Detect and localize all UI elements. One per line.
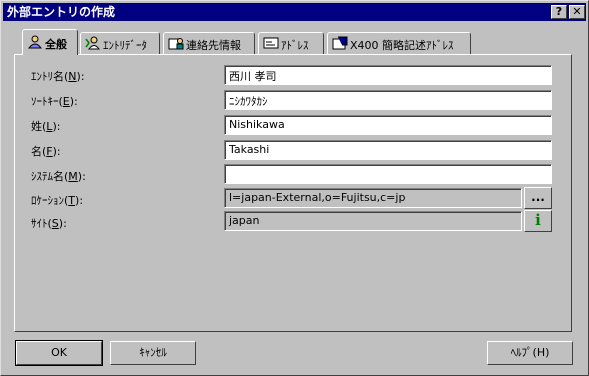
- title-bar[interactable]: 外部エントリの作成 ? ✕: [3, 3, 586, 21]
- contact-info-icon: [168, 36, 184, 50]
- sort-key-label: ｿｰﾄｷｰ(E):: [31, 95, 78, 108]
- help-button[interactable]: ﾍﾙﾌﾟ(H): [487, 341, 573, 365]
- given-name-label: 名(F):: [31, 145, 61, 158]
- location-label: ﾛｹｰｼｮﾝ(T):: [31, 194, 84, 207]
- tab-label: X400 簡略記述ｱﾄﾞﾚｽ: [350, 39, 454, 52]
- person-icon: [27, 35, 43, 49]
- close-button[interactable]: ✕: [569, 5, 585, 19]
- info-icon: i: [535, 211, 541, 229]
- entry-data-icon: [85, 36, 101, 50]
- site-field: japan: [224, 211, 522, 231]
- entry-name-field[interactable]: 西川 孝司: [224, 65, 552, 85]
- browse-button[interactable]: ...: [524, 187, 552, 209]
- tab-address[interactable]: ｱﾄﾞﾚｽ: [258, 32, 324, 54]
- surname-field[interactable]: Nishikawa: [224, 115, 552, 135]
- entry-name-label: ｴﾝﾄﾘ名(N):: [31, 70, 85, 83]
- ok-button[interactable]: OK: [15, 340, 103, 366]
- tab-x400-address[interactable]: X400 簡略記述ｱﾄﾞﾚｽ: [327, 32, 471, 54]
- tab-label: 連絡先情報: [186, 39, 241, 52]
- tab-label: ｴﾝﾄﾘﾃﾞｰﾀ: [103, 39, 147, 52]
- surname-label: 姓(L):: [31, 120, 61, 133]
- ellipsis-icon: ...: [531, 190, 545, 204]
- x400-icon: [332, 36, 348, 50]
- address-card-icon: [263, 36, 279, 50]
- tab-contact-info[interactable]: 連絡先情報: [163, 32, 255, 54]
- tab-label: 全般: [45, 38, 67, 51]
- site-info-button[interactable]: i: [524, 210, 552, 232]
- window-title: 外部エントリの作成: [7, 5, 116, 19]
- given-name-field[interactable]: Takashi: [224, 140, 552, 160]
- system-name-label: ｼｽﾃﾑ名(M):: [31, 170, 86, 183]
- sort-key-field[interactable]: ﾆｼｶﾜﾀｶｼ: [224, 90, 552, 110]
- site-label: ｻｲﾄ(S):: [31, 217, 67, 230]
- help-title-button[interactable]: ?: [551, 5, 567, 19]
- location-field: l=japan-External,o=Fujitsu,c=jp: [224, 188, 522, 208]
- tab-label: ｱﾄﾞﾚｽ: [281, 39, 309, 52]
- cancel-button[interactable]: ｷｬﾝｾﾙ: [110, 341, 196, 365]
- system-name-field[interactable]: [224, 164, 552, 184]
- tab-general[interactable]: 全般: [22, 29, 78, 55]
- tab-entry-data[interactable]: ｴﾝﾄﾘﾃﾞｰﾀ: [80, 32, 160, 54]
